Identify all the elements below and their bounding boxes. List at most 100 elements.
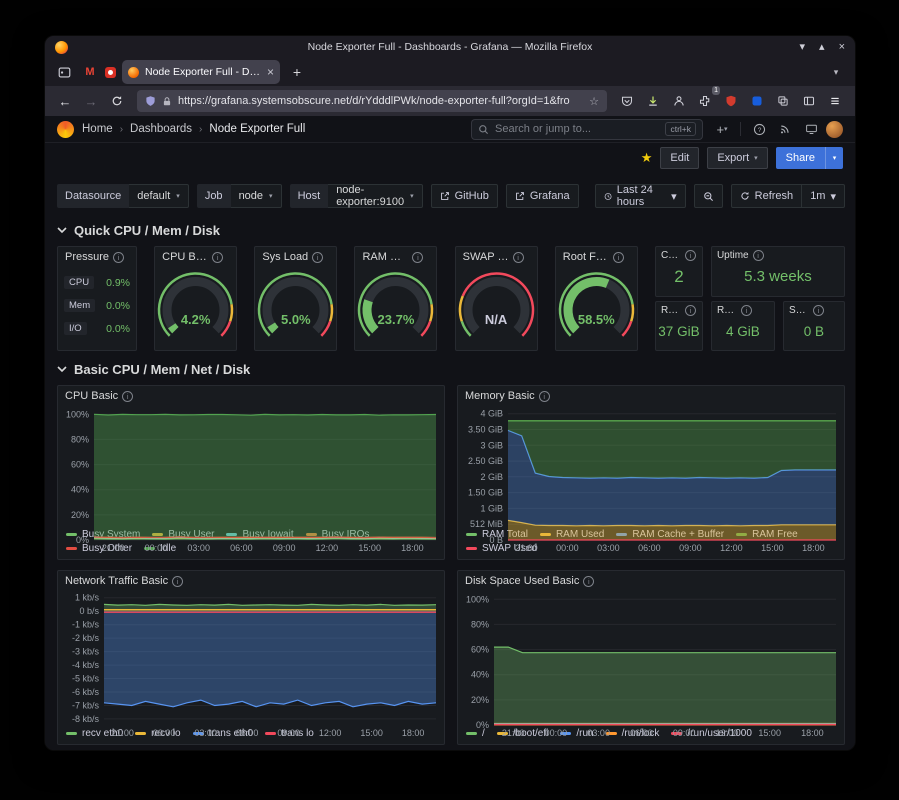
- breadcrumb: Home › Dashboards › Node Exporter Full: [82, 123, 305, 135]
- info-icon[interactable]: [312, 252, 323, 263]
- minimize-button[interactable]: [800, 42, 806, 53]
- share-dropdown-icon[interactable]: [825, 147, 843, 169]
- tab-bar: M Node Exporter Full - Dashbo: [45, 58, 855, 86]
- grafana-link-button[interactable]: Grafana: [506, 184, 579, 208]
- memory-basic-panel[interactable]: Memory Basic 0 B512 MiB1 GiB1.50 GiB2 Gi…: [457, 385, 845, 560]
- pinned-tab-icon[interactable]: [105, 67, 116, 78]
- info-icon[interactable]: [412, 252, 423, 263]
- bookmark-star-icon[interactable]: [589, 95, 599, 108]
- refresh-button[interactable]: Refresh: [731, 184, 803, 208]
- network-traffic-basic-panel[interactable]: Network Traffic Basic 1 kb/s0 b/s-1 kb/s…: [57, 570, 445, 745]
- pressure-row-cpu: CPU 0.9%: [64, 276, 130, 289]
- cpu-basic-chart[interactable]: 0%20%40%60%80%100%21:0000:0003:0006:0009…: [58, 403, 444, 527]
- firefox-view-icon[interactable]: [53, 62, 75, 82]
- tracking-shield-icon[interactable]: [145, 95, 156, 107]
- back-button[interactable]: [53, 89, 77, 113]
- reload-button[interactable]: [105, 89, 129, 113]
- memory-basic-chart[interactable]: 0 B512 MiB1 GiB1.50 GiB2 GiB2.50 GiB3 Gi…: [458, 403, 844, 527]
- pinned-tab-gmail-icon[interactable]: M: [81, 66, 99, 78]
- disk-space-chart[interactable]: 0%20%40%60%80%100%21:0000:0003:0006:0009…: [458, 588, 844, 726]
- menu-icon[interactable]: [823, 89, 847, 113]
- pressure-panel[interactable]: Pressure CPU 0.9% Mem 0.0% I/O: [57, 246, 137, 351]
- svg-text:09:00: 09:00: [277, 728, 300, 738]
- tv-kiosk-icon[interactable]: [800, 118, 822, 140]
- info-icon[interactable]: [685, 250, 696, 261]
- section-basic-cpu-mem-net-disk[interactable]: Basic CPU / Mem / Net / Disk: [57, 361, 845, 377]
- sidebar-icon[interactable]: [797, 89, 821, 113]
- info-icon[interactable]: [113, 252, 124, 263]
- firefox-window: Node Exporter Full - Dashboards - Grafan…: [45, 36, 855, 750]
- list-all-tabs-icon[interactable]: [825, 62, 847, 82]
- info-icon[interactable]: [212, 252, 223, 263]
- network-traffic-chart[interactable]: 1 kb/s0 b/s-1 kb/s-2 kb/s-3 kb/s-4 kb/s-…: [58, 588, 444, 726]
- containers-icon[interactable]: [771, 89, 795, 113]
- info-icon[interactable]: [513, 252, 524, 263]
- svg-text:06:00: 06:00: [230, 543, 253, 553]
- disk-space-used-basic-panel[interactable]: Disk Space Used Basic 0%20%40%60%80%100%…: [457, 570, 845, 745]
- info-icon[interactable]: [583, 576, 594, 587]
- window-close-button[interactable]: [839, 42, 845, 53]
- breadcrumb-home[interactable]: Home: [82, 123, 113, 135]
- dashboard-controls: Datasource default Job node Host node-ex…: [57, 184, 845, 208]
- svg-text:06:00: 06:00: [638, 543, 661, 553]
- news-rss-icon[interactable]: [774, 118, 796, 140]
- help-icon[interactable]: ?: [748, 118, 770, 140]
- export-button[interactable]: Export: [707, 147, 767, 169]
- favorite-star-icon[interactable]: [641, 150, 653, 166]
- cpu-basic-panel[interactable]: CPU Basic 0%20%40%60%80%100%21:0000:0003…: [57, 385, 445, 560]
- swap-total-panel[interactable]: SWAP Total 0 B: [783, 301, 845, 352]
- search-input[interactable]: Search or jump to... ctrl+k: [471, 119, 703, 140]
- add-new-button[interactable]: [711, 118, 733, 140]
- info-icon[interactable]: [172, 576, 183, 587]
- section-quick-cpu-mem-disk[interactable]: Quick CPU / Mem / Disk: [57, 222, 845, 238]
- info-icon[interactable]: [753, 250, 764, 261]
- info-icon[interactable]: [813, 305, 824, 316]
- navigation-toolbar: https://grafana.systemsobscure.net/d/rYd…: [45, 86, 855, 116]
- info-icon[interactable]: [539, 391, 550, 402]
- info-icon[interactable]: [613, 252, 624, 263]
- info-icon[interactable]: [685, 305, 696, 316]
- sys-load-gauge-panel[interactable]: Sys Load 5.0%: [254, 246, 337, 351]
- github-link-button[interactable]: GitHub: [431, 184, 498, 208]
- grafana-logo[interactable]: [57, 121, 74, 138]
- cpu-cores-panel[interactable]: CPU Cores 2: [655, 246, 703, 297]
- user-avatar[interactable]: [826, 121, 843, 138]
- pressure-row-mem: Mem 0.0%: [64, 299, 130, 312]
- window-titlebar[interactable]: Node Exporter Full - Dashboards - Grafan…: [45, 36, 855, 58]
- pocket-icon[interactable]: [615, 89, 639, 113]
- password-manager-extension-icon[interactable]: [745, 89, 769, 113]
- grafana-app: Home › Dashboards › Node Exporter Full S…: [45, 116, 855, 750]
- info-icon[interactable]: [741, 305, 752, 316]
- edit-button[interactable]: Edit: [660, 147, 699, 169]
- cpu-busy-gauge-panel[interactable]: CPU Busy 4.2%: [154, 246, 237, 351]
- stat-panels-cluster: CPU Cores 2 Uptime 5.3 weeks RootFS Tota…: [655, 246, 845, 351]
- swap-used-gauge-panel[interactable]: SWAP Used N/A: [455, 246, 538, 351]
- variable-value-dropdown[interactable]: node: [231, 184, 282, 208]
- rootfs-total-panel[interactable]: RootFS Total 37 GiB: [655, 301, 703, 352]
- breadcrumb-dashboards[interactable]: Dashboards: [130, 123, 192, 135]
- stat-value: 37 GiB: [656, 316, 702, 351]
- ram-used-gauge-panel[interactable]: RAM Used 23.7%: [354, 246, 437, 351]
- extensions-icon[interactable]: 1: [693, 89, 717, 113]
- share-button[interactable]: Share: [776, 147, 825, 169]
- ram-total-panel[interactable]: RAM Total 4 GiB: [711, 301, 775, 352]
- maximize-button[interactable]: [819, 42, 825, 53]
- tab-close-icon[interactable]: [267, 65, 274, 79]
- svg-text:0%: 0%: [76, 535, 89, 545]
- lock-icon[interactable]: [162, 96, 172, 107]
- rootfs-used-gauge-panel[interactable]: Root FS Used 58.5%: [555, 246, 638, 351]
- variable-value-dropdown[interactable]: node-exporter:9100: [328, 184, 422, 208]
- new-tab-button[interactable]: [286, 62, 308, 82]
- refresh-interval-dropdown[interactable]: 1m: [802, 184, 845, 208]
- uptime-panel[interactable]: Uptime 5.3 weeks: [711, 246, 845, 297]
- time-range-picker[interactable]: Last 24 hours: [595, 184, 686, 208]
- zoom-out-button[interactable]: [694, 184, 723, 208]
- downloads-icon[interactable]: [641, 89, 665, 113]
- adblock-extension-icon[interactable]: [719, 89, 743, 113]
- account-icon[interactable]: [667, 89, 691, 113]
- variable-value-dropdown[interactable]: default: [129, 184, 189, 208]
- forward-button[interactable]: [79, 89, 103, 113]
- url-bar[interactable]: https://grafana.systemsobscure.net/d/rYd…: [137, 90, 607, 112]
- info-icon[interactable]: [122, 391, 133, 402]
- active-tab[interactable]: Node Exporter Full - Dashbo: [122, 60, 280, 84]
